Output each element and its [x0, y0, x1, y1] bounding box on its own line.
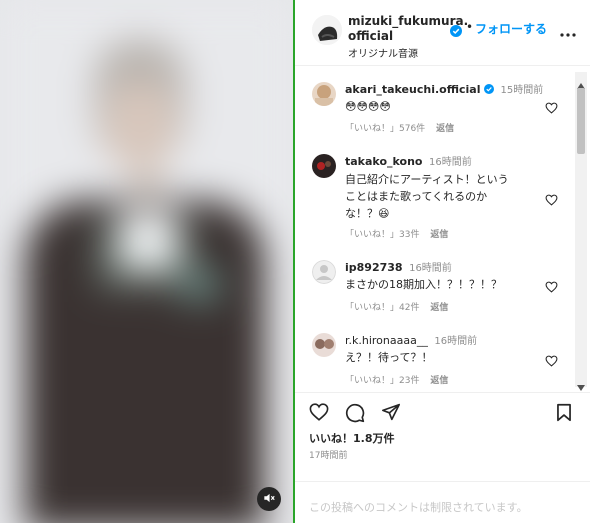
comment-time: 16時間前: [434, 336, 478, 347]
comment-username[interactable]: ip892738: [345, 261, 403, 274]
comment-icon[interactable]: [345, 403, 365, 427]
verified-icon: [483, 83, 494, 96]
comment-avatar[interactable]: [312, 154, 336, 178]
reply-button[interactable]: 返信: [430, 303, 448, 313]
avatar[interactable]: [312, 15, 342, 45]
comment-time: 16時間前: [409, 263, 452, 274]
comment-text-line: ことはまた歌ってくれるのか: [345, 190, 488, 203]
comment-username[interactable]: takako_kono: [345, 155, 422, 168]
post-panel: mizuki_fukumura. official • フォローする オリジナル…: [295, 0, 590, 523]
comment-text: まさかの18期加入！？！？！？: [345, 278, 502, 291]
reply-button[interactable]: 返信: [430, 230, 448, 240]
audio-label[interactable]: オリジナル音源: [348, 45, 418, 60]
heart-icon[interactable]: [545, 99, 558, 118]
comment-time: 15時間前: [500, 85, 544, 96]
post-media[interactable]: [0, 0, 293, 523]
comment-avatar[interactable]: [312, 333, 336, 357]
like-count[interactable]: いいね！1.8万件: [309, 430, 395, 446]
share-icon[interactable]: [381, 403, 401, 425]
comment-username[interactable]: akari_takeuchi.official: [345, 83, 480, 96]
comment-time: 16時間前: [428, 157, 472, 168]
heart-icon[interactable]: [545, 352, 558, 371]
heart-icon[interactable]: [545, 278, 558, 297]
separator-dot: •: [466, 20, 474, 34]
comment-list: akari_takeuchi.official 15時間前 😳😳😳😳 「いいね！…: [295, 68, 590, 386]
bookmark-icon[interactable]: [556, 403, 572, 426]
comment-likes[interactable]: 「いいね！」42件: [345, 303, 419, 313]
mute-icon: [262, 490, 276, 509]
comment-text-line: な！？😆: [345, 207, 390, 220]
comment-text-line: 自己紹介にアーティスト！という: [345, 173, 509, 186]
comment-avatar[interactable]: [312, 260, 336, 284]
more-icon[interactable]: [560, 22, 576, 41]
comment-username[interactable]: r.k.hironaaaa__: [345, 334, 428, 347]
comment-likes[interactable]: 「いいね！」33件: [345, 230, 419, 240]
comment-avatar[interactable]: [312, 82, 336, 106]
post-timestamp[interactable]: 17時間前: [309, 448, 347, 461]
comment-likes[interactable]: 「いいね！」23件: [345, 376, 419, 386]
comment-text: え？！待って？！: [345, 351, 433, 364]
verified-icon: [450, 22, 462, 41]
follow-button[interactable]: フォローする: [475, 20, 547, 37]
comment-meta: 「いいね！」33件 返信: [345, 227, 456, 240]
scrollbar-thumb[interactable]: [577, 88, 585, 154]
comment-text: 😳😳😳😳: [345, 100, 391, 113]
blurred-photo: [0, 0, 293, 523]
action-bar: [295, 392, 590, 432]
comments-restricted-notice: この投稿へのコメントは制限されています。: [309, 501, 528, 514]
comment-likes[interactable]: 「いいね！」576件: [345, 124, 425, 134]
reply-button[interactable]: 返信: [430, 376, 448, 386]
heart-icon[interactable]: [545, 191, 558, 210]
comment-footer: この投稿へのコメントは制限されています。: [295, 481, 590, 523]
post-header: mizuki_fukumura. official • フォローする オリジナル…: [295, 0, 590, 66]
heart-icon[interactable]: [309, 403, 329, 425]
reply-button[interactable]: 返信: [436, 124, 454, 134]
mute-button[interactable]: [257, 487, 281, 511]
comment-text: 自己紹介にアーティスト！という ことはまた歌ってくれるのか な！？😆: [345, 171, 535, 222]
